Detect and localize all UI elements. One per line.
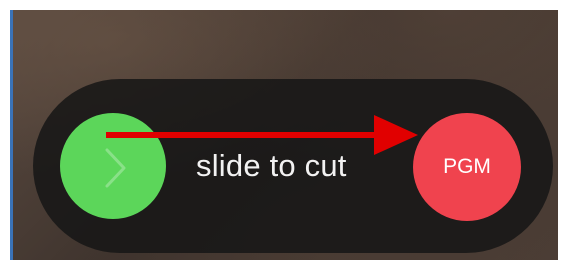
screen: slide to cut PGM [0, 0, 570, 266]
pgm-label: PGM [443, 155, 491, 178]
chevron-right-icon [105, 148, 126, 188]
slide-to-cut-label: slide to cut [196, 148, 347, 183]
pgm-target-button[interactable]: PGM [413, 113, 521, 221]
slide-knob[interactable] [60, 113, 166, 219]
left-edge-accent [10, 10, 13, 260]
